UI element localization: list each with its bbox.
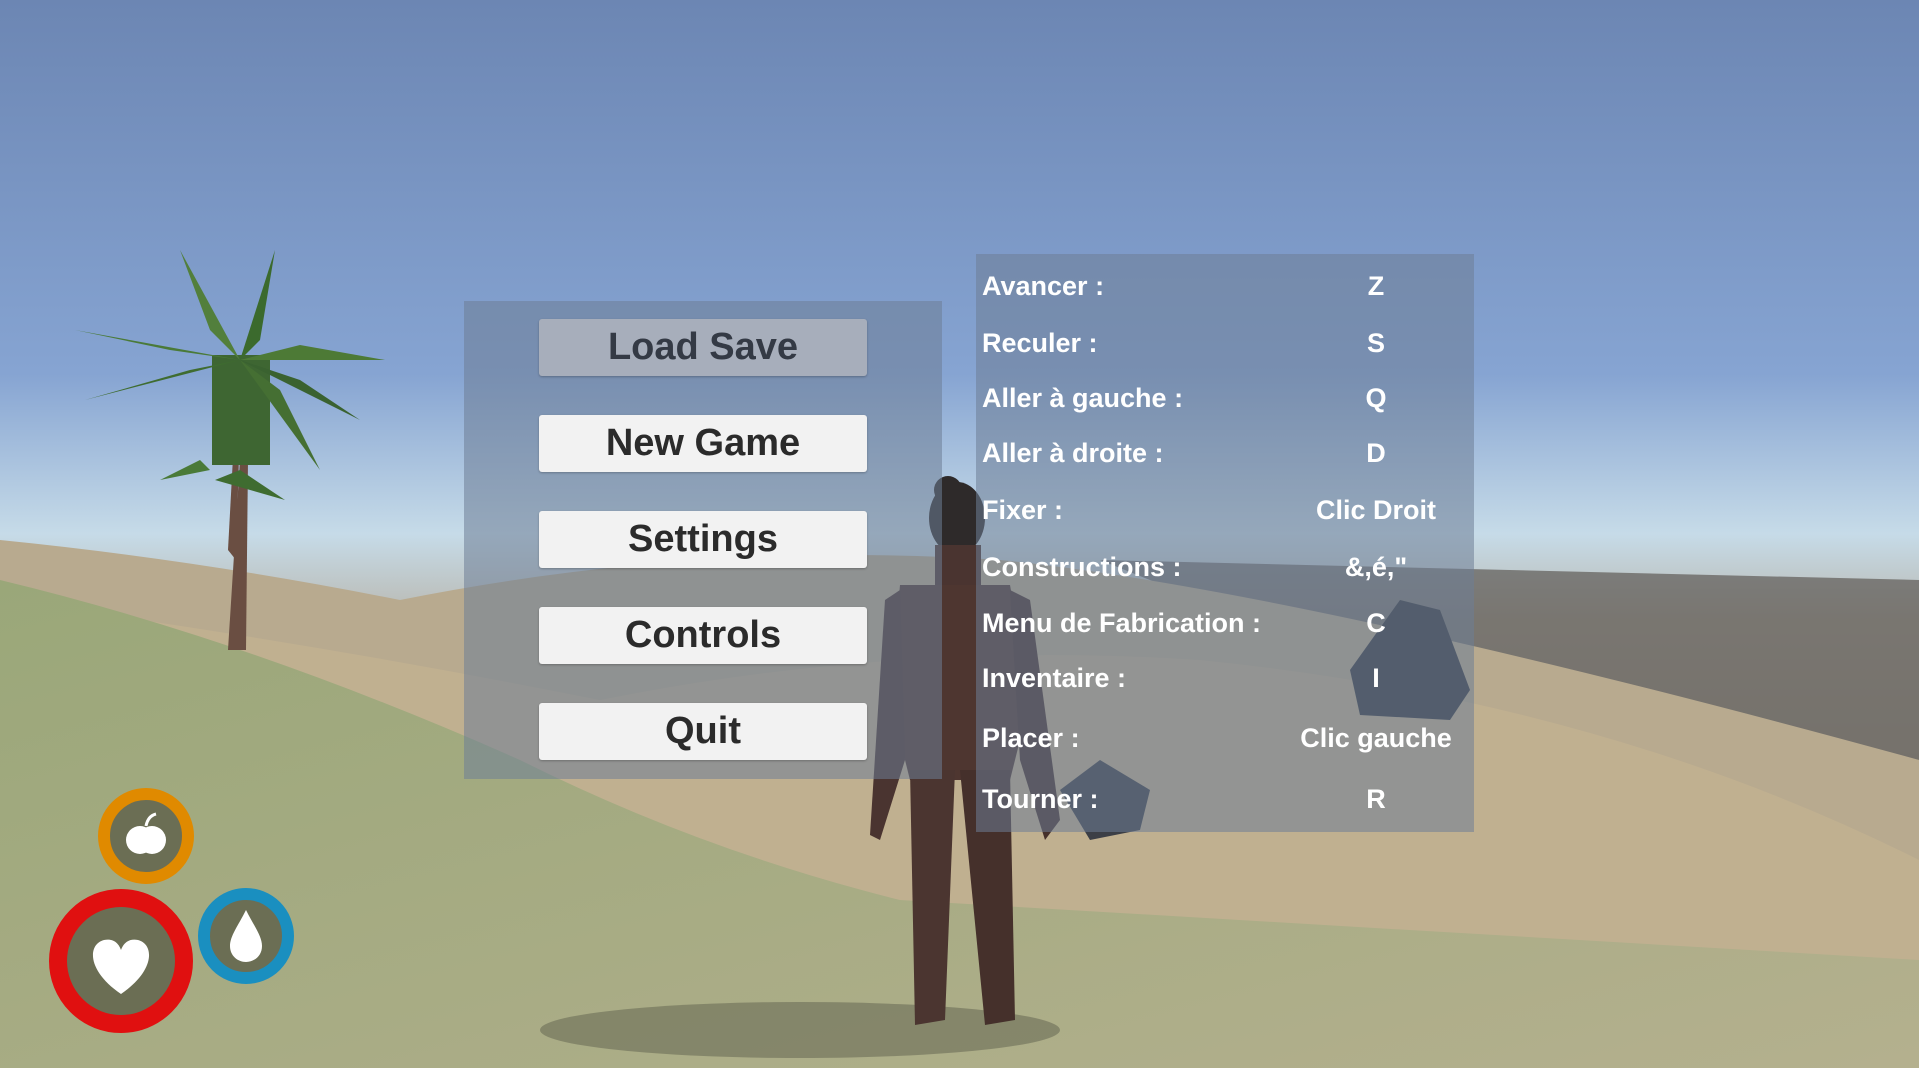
control-action-label: Placer : bbox=[982, 723, 1080, 753]
control-row: Menu de Fabrication : C bbox=[976, 603, 1474, 643]
control-row: Reculer : S bbox=[976, 323, 1474, 363]
control-action-label: Constructions : bbox=[982, 552, 1182, 582]
thirst-gauge bbox=[198, 888, 294, 984]
main-menu-panel: Load Save New Game Settings Controls Qui… bbox=[464, 301, 942, 779]
new-game-button[interactable]: New Game bbox=[539, 415, 867, 472]
control-action-label: Tourner : bbox=[982, 784, 1099, 814]
control-action-label: Aller à droite : bbox=[982, 438, 1164, 468]
control-key-label: &,é," bbox=[1344, 552, 1408, 582]
control-action-label: Inventaire : bbox=[982, 663, 1127, 693]
control-key-label: Clic gauche bbox=[1300, 723, 1452, 753]
control-row: Inventaire : I bbox=[976, 658, 1474, 698]
settings-button[interactable]: Settings bbox=[539, 511, 867, 568]
control-action-label: Avancer : bbox=[982, 271, 1105, 301]
control-action-label: Fixer : bbox=[982, 495, 1064, 525]
control-key-label: Clic Droit bbox=[1315, 495, 1436, 525]
control-action-label: Menu de Fabrication : bbox=[982, 608, 1262, 638]
controls-panel: Avancer : Z Reculer : S Aller à gauche :… bbox=[976, 254, 1474, 832]
control-key-label: R bbox=[1366, 784, 1386, 814]
control-key-label: I bbox=[1372, 663, 1380, 693]
control-row: Placer : Clic gauche bbox=[976, 718, 1474, 758]
control-row: Aller à gauche : Q bbox=[976, 378, 1474, 418]
load-save-button[interactable]: Load Save bbox=[539, 319, 867, 376]
control-key-label: C bbox=[1366, 608, 1386, 638]
control-action-label: Aller à gauche : bbox=[982, 383, 1184, 413]
control-row: Constructions : &,é," bbox=[976, 547, 1474, 587]
control-row: Avancer : Z bbox=[976, 266, 1474, 306]
health-gauge bbox=[49, 889, 193, 1033]
hunger-gauge bbox=[98, 788, 194, 884]
control-key-label: D bbox=[1366, 438, 1386, 468]
control-row: Aller à droite : D bbox=[976, 433, 1474, 473]
control-action-label: Reculer : bbox=[982, 328, 1098, 358]
control-key-label: Z bbox=[1367, 271, 1385, 301]
controls-button[interactable]: Controls bbox=[539, 607, 867, 664]
quit-button[interactable]: Quit bbox=[539, 703, 867, 760]
control-key-label: S bbox=[1366, 328, 1385, 358]
control-row: Fixer : Clic Droit bbox=[976, 490, 1474, 530]
control-key-label: Q bbox=[1365, 383, 1387, 413]
control-row: Tourner : R bbox=[976, 779, 1474, 819]
